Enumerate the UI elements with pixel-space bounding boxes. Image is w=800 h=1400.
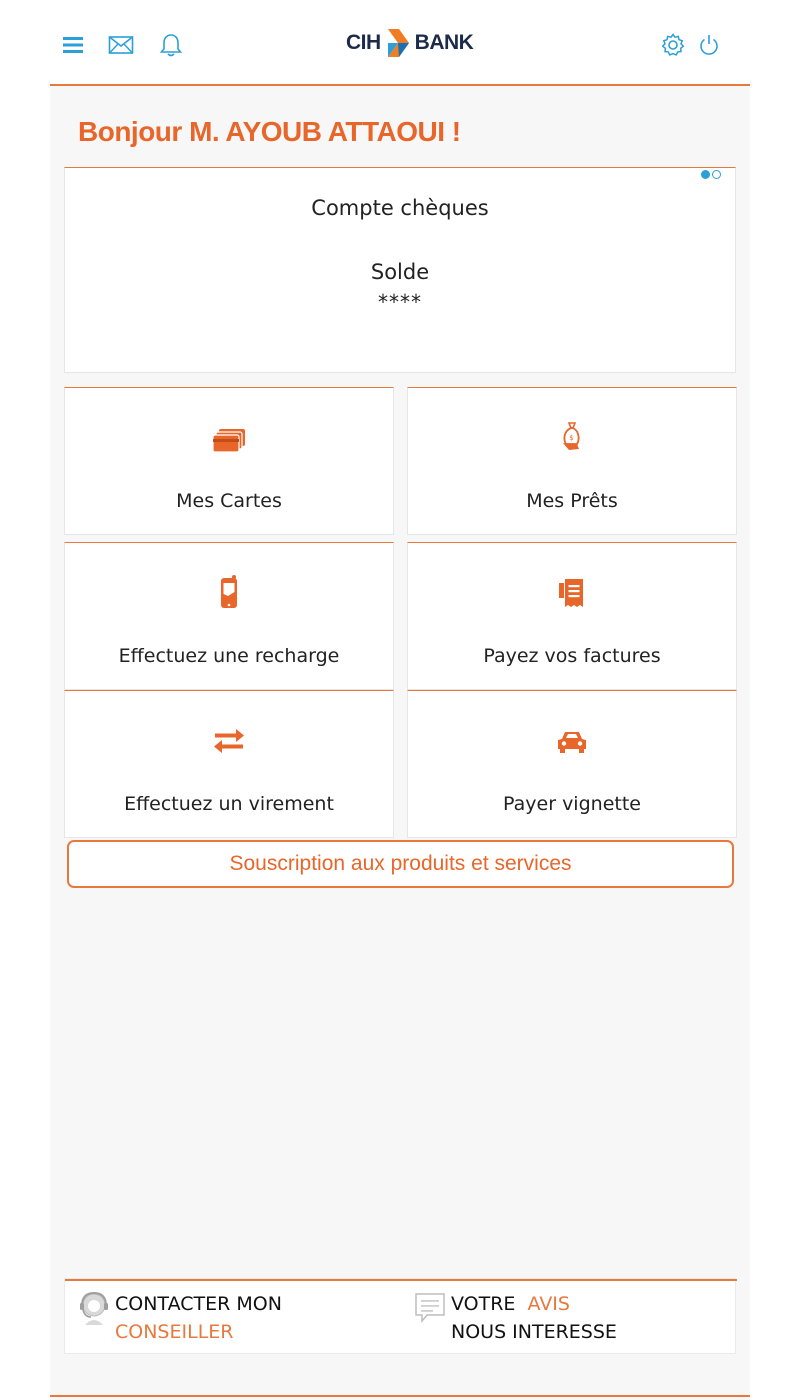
car-icon [408,721,736,761]
money-bag-icon: $ [408,418,736,458]
account-summary-card[interactable]: Compte chèques Solde **** [64,167,736,373]
tile-mes-cartes[interactable]: Mes Cartes [64,387,394,535]
subscription-button[interactable]: Souscription aux produits et services [67,840,734,888]
tile-vignette[interactable]: Payer vignette [407,690,737,838]
svg-text:$: $ [569,434,573,442]
phone-recharge-icon [65,573,393,613]
tile-label: Mes Prêts [526,490,618,512]
bell-icon[interactable] [156,30,186,60]
carousel-indicator[interactable] [701,170,721,179]
transfer-arrows-icon [65,721,393,761]
tile-virement[interactable]: Effectuez un virement [64,690,394,838]
feedback-line1-votre: VOTRE [451,1293,516,1315]
contact-line1: CONTACTER MON [115,1293,282,1315]
tile-recharge[interactable]: Effectuez une recharge [64,542,394,690]
tile-label: Effectuez un virement [124,793,334,815]
settings-icon[interactable] [658,30,688,60]
mail-icon[interactable] [106,30,136,60]
feedback-line1: VOTRE AVIS [451,1293,570,1315]
account-type: Compte chèques [311,196,489,220]
carousel-dot-active[interactable] [701,170,710,179]
balance-label: Solde [370,260,430,284]
feedback-button[interactable]: VOTRE AVIS NOUS INTERESSE [401,1279,737,1353]
power-icon[interactable] [694,30,724,60]
footer-actions: CONTACTER MON CONSEILLER VOTRE AVIS NOUS… [64,1278,737,1354]
tile-label: Payez vos factures [483,645,661,667]
speech-bubble-icon [413,1289,447,1327]
receipt-icon [408,573,736,613]
balance-value: **** [378,290,422,314]
bottom-divider [50,1395,750,1397]
top-bar: CIH BANK [50,0,750,86]
tile-factures[interactable]: Payez vos factures [407,542,737,690]
contact-advisor-button[interactable]: CONTACTER MON CONSEILLER [65,1279,401,1353]
greeting-title: Bonjour M. AYOUB ATTAOUI ! [78,116,461,147]
logo-text-left: CIH [346,31,381,54]
tile-mes-prets[interactable]: $ Mes Prêts [407,387,737,535]
menu-icon[interactable] [58,30,88,60]
cards-icon [65,418,393,458]
logo-text-right: BANK [414,31,474,54]
tile-label: Payer vignette [503,793,641,815]
tile-label: Effectuez une recharge [118,645,340,667]
logo-chevron-icon [387,29,409,57]
feedback-line2: NOUS INTERESSE [451,1321,617,1343]
cih-bank-logo: CIH BANK [346,26,474,60]
advisor-headset-icon [77,1289,111,1327]
app-screen: CIH BANK Bonjour M. AYOUB ATTAOUI ! Comp… [50,0,750,1400]
tile-label: Mes Cartes [176,490,282,512]
contact-line2: CONSEILLER [115,1321,234,1343]
carousel-dot[interactable] [712,170,721,179]
feedback-line1-avis: AVIS [527,1293,570,1315]
